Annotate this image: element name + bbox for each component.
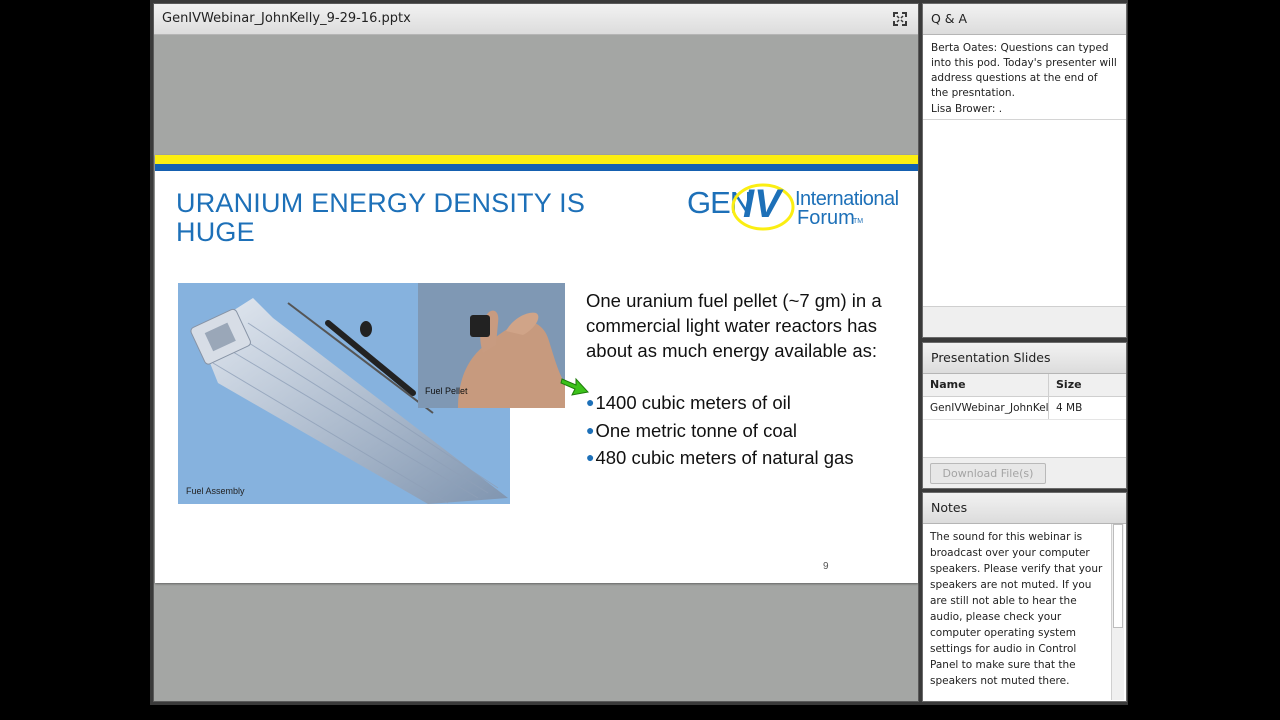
bullet-dot: ●	[586, 449, 595, 465]
notes-scroll-thumb[interactable]	[1113, 524, 1123, 628]
bullet-text: One metric tonne of coal	[595, 419, 798, 441]
bullet-text: 1400 cubic meters of oil	[595, 392, 791, 413]
file-size: 4 MB	[1056, 402, 1083, 414]
qa-pod-header: Q & A	[923, 4, 1126, 35]
qa-pod-title: Q & A	[931, 11, 968, 26]
qa-message: Berta Oates: Questions can typed into th…	[931, 42, 1117, 99]
file-name: GenIVWebinar_JohnKelly	[923, 397, 1049, 419]
svg-text:Forum: Forum	[797, 207, 855, 229]
share-pod-header: GenIVWebinar_JohnKelly_9-29-16.pptx	[154, 4, 918, 35]
share-stage: URANIUM ENERGY DENSITY IS HUGE GEN IV In…	[154, 35, 918, 701]
svg-text:TM: TM	[853, 218, 863, 225]
slide-title: URANIUM ENERGY DENSITY IS HUGE	[176, 188, 586, 247]
bullet-dot: ●	[586, 394, 595, 410]
presentation-slides-pod: Presentation Slides Name Size GenIVWebin…	[922, 342, 1127, 489]
notes-pod-title: Notes	[931, 500, 968, 515]
share-pod-title: GenIVWebinar_JohnKelly_9-29-16.pptx	[162, 11, 411, 26]
slides-pod-title: Presentation Slides	[931, 350, 1051, 365]
file-table-header: Name Size	[923, 374, 1126, 397]
column-size[interactable]: Size	[1049, 374, 1126, 396]
download-files-button[interactable]: Download File(s)	[930, 463, 1046, 484]
column-name[interactable]: Name	[923, 374, 1049, 396]
notes-scrollbar[interactable]	[1111, 524, 1124, 700]
notes-pod-header: Notes	[923, 493, 1126, 524]
share-pod: GenIVWebinar_JohnKelly_9-29-16.pptx URAN…	[153, 3, 919, 702]
file-row[interactable]: GenIVWebinar_JohnKelly 4 MB	[923, 397, 1126, 420]
qa-pod: Q & A Berta Oates: Questions can typed i…	[922, 3, 1127, 338]
slide-band-blue	[155, 164, 918, 171]
notes-text: The sound for this webinar is broadcast …	[930, 531, 1103, 687]
slide: URANIUM ENERGY DENSITY IS HUGE GEN IV In…	[155, 155, 918, 583]
qa-message-lisa: Lisa Brower: .	[923, 101, 1126, 120]
slides-footer: Download File(s)	[923, 457, 1126, 488]
bullet-text: 480 cubic meters of natural gas	[595, 447, 854, 468]
slide-bullets: ●1400 cubic meters of oil ●One metric to…	[586, 389, 854, 472]
bullet-dot: ●	[586, 421, 595, 438]
slides-pod-header: Presentation Slides	[923, 343, 1126, 374]
bullet-item: ●One metric tonne of coal	[586, 417, 854, 445]
qa-input-area[interactable]	[923, 306, 1126, 337]
caption-fuel-pellet: Fuel Pellet	[425, 386, 468, 396]
slide-band-yellow	[155, 155, 918, 164]
fullscreen-icon[interactable]	[892, 11, 908, 27]
gen-iv-logo: GEN IV International Forum TM	[687, 182, 899, 231]
slide-page-number: 9	[823, 561, 829, 572]
bullet-item: ●480 cubic meters of natural gas	[586, 444, 854, 472]
slide-body-text: One uranium fuel pellet (~7 gm) in a com…	[586, 290, 882, 361]
notes-pod: Notes The sound for this webinar is broa…	[922, 492, 1127, 702]
caption-fuel-assembly: Fuel Assembly	[186, 486, 245, 496]
bullet-item: ●1400 cubic meters of oil	[586, 389, 854, 417]
svg-text:IV: IV	[743, 182, 784, 226]
